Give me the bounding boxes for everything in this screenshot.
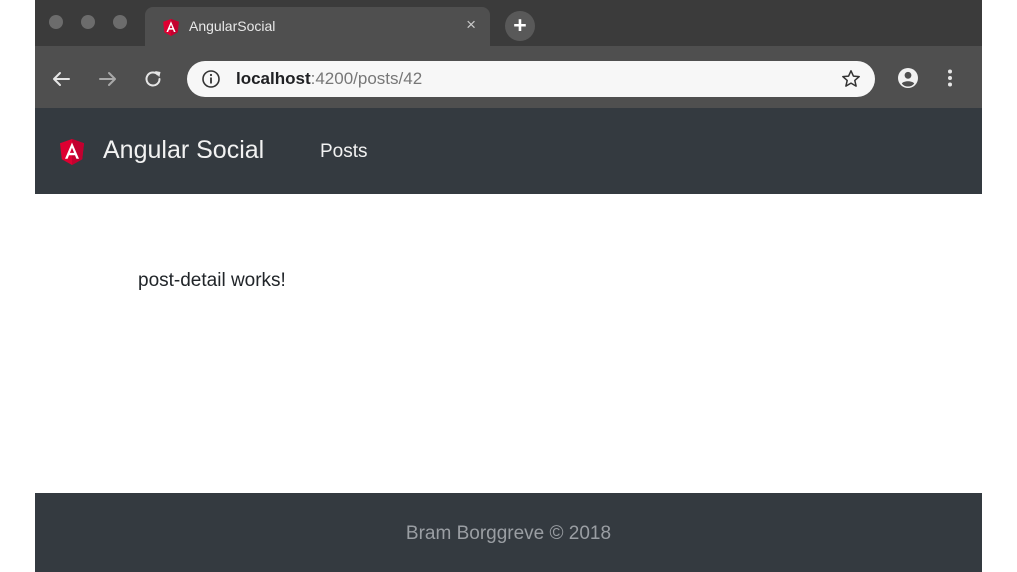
window-zoom-dot[interactable]	[113, 15, 127, 29]
angular-icon	[163, 19, 179, 36]
kebab-menu-icon[interactable]	[947, 69, 953, 87]
app-navbar: Angular Social Posts	[35, 108, 982, 194]
account-icon[interactable]	[897, 67, 919, 89]
reload-icon[interactable]	[142, 68, 164, 90]
arrow-left-icon[interactable]	[50, 68, 72, 90]
tab-close-button[interactable]: ×	[466, 16, 476, 33]
browser-window: AngularSocial × + localhost:4200/posts/4…	[0, 0, 1017, 572]
star-icon[interactable]	[841, 69, 861, 89]
window-minimize-dot[interactable]	[81, 15, 95, 29]
browser-tab[interactable]: AngularSocial ×	[145, 7, 490, 46]
url-path: :4200/posts/42	[310, 69, 423, 88]
app-footer: Bram Borggreve © 2018	[35, 493, 982, 572]
url-host: localhost	[236, 69, 311, 88]
url-text[interactable]: localhost:4200/posts/42	[236, 69, 422, 89]
angular-icon[interactable]	[60, 139, 84, 165]
brand-name[interactable]: Angular Social	[103, 136, 264, 165]
window-close-dot[interactable]	[49, 15, 63, 29]
nav-link-posts[interactable]: Posts	[320, 141, 368, 163]
tab-strip: AngularSocial × +	[35, 0, 982, 46]
address-bar[interactable]: localhost:4200/posts/42	[187, 61, 875, 97]
post-detail-message: post-detail works!	[138, 270, 286, 291]
new-tab-button[interactable]: +	[505, 11, 535, 41]
browser-toolbar: localhost:4200/posts/42	[35, 46, 982, 108]
arrow-right-icon[interactable]	[97, 68, 119, 90]
footer-copyright: Bram Borggreve © 2018	[405, 523, 612, 544]
tab-title: AngularSocial	[189, 18, 276, 34]
info-icon[interactable]	[201, 69, 221, 89]
